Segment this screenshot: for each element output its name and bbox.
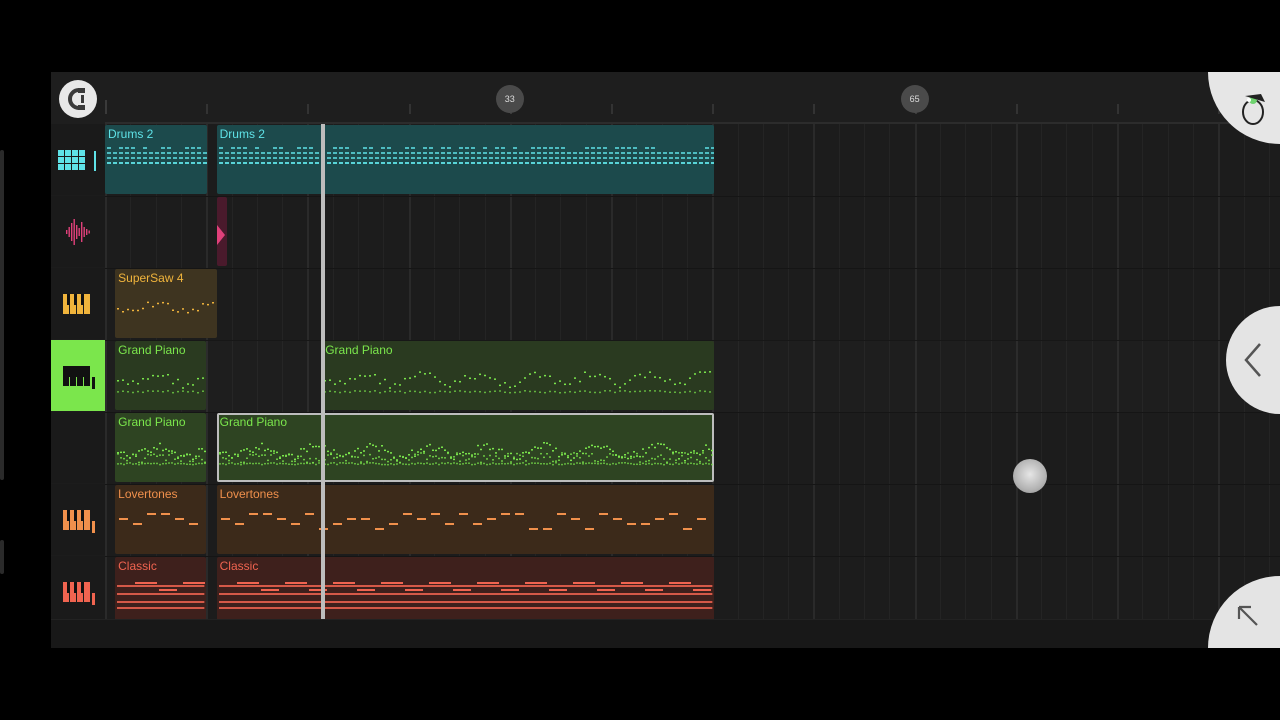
lovertones-track-clip-1[interactable]: Lovertones <box>216 485 714 554</box>
ruler-tick <box>206 104 209 114</box>
ruler-tick <box>1015 104 1018 114</box>
supersaw-track-clip-0[interactable]: SuperSaw 4 <box>115 269 217 338</box>
piano-keys-icon <box>63 509 95 533</box>
waveform-icon <box>66 218 90 245</box>
scroll-thumb[interactable] <box>1013 459 1047 493</box>
piano-keys-icon <box>63 581 95 605</box>
supersaw-track-lane[interactable] <box>105 268 1280 341</box>
left-edge-bar <box>0 150 4 480</box>
piano-keys-icon <box>63 365 95 389</box>
clip-label: Classic <box>118 559 157 573</box>
audio-track-lane[interactable] <box>105 196 1280 269</box>
timeline-ruler[interactable]: 33 65 <box>51 72 1280 124</box>
grand-piano-track-2-clip-1[interactable]: Grand Piano <box>216 413 714 482</box>
grand-piano-track-1-header[interactable] <box>51 340 105 411</box>
playlist-window: 33 65 Drums 2 Drums 2 SuperSaw 4 Grand Piano… <box>51 72 1280 648</box>
grand-piano-track-1-clip-1[interactable]: Grand Piano <box>322 341 714 410</box>
drums-track-header[interactable] <box>51 124 105 195</box>
playlist-grid[interactable]: Drums 2 Drums 2 SuperSaw 4 Grand Piano Grand… <box>105 124 1280 629</box>
clip-pattern <box>218 582 712 609</box>
clip-pattern <box>216 225 225 245</box>
audio-track-header[interactable] <box>51 196 105 267</box>
chevron-left-icon <box>1244 343 1261 377</box>
clip-pattern <box>218 147 714 164</box>
bar-marker-33[interactable]: 33 <box>495 85 524 113</box>
clip-label: Lovertones <box>118 487 178 501</box>
ruler-tick <box>712 104 715 114</box>
playhead[interactable] <box>321 124 325 619</box>
clip-label: Grand Piano <box>325 343 393 357</box>
clip-label: Lovertones <box>219 487 280 501</box>
grand-piano-track-2-header[interactable] <box>51 412 105 483</box>
clip-pattern <box>220 513 706 530</box>
supersaw-track-header[interactable] <box>51 268 105 339</box>
magnet-icon <box>68 88 85 110</box>
ruler-tick <box>105 100 107 114</box>
drums-track-clip-1[interactable]: Drums 2 <box>216 125 714 194</box>
clip-label: Grand Piano <box>219 415 288 429</box>
clip-label: Grand Piano <box>118 415 186 429</box>
clip-pattern <box>218 442 713 466</box>
clip-label: Drums 2 <box>219 127 265 141</box>
horizontal-scroll-strip[interactable] <box>51 619 1280 648</box>
lovertones-track-header[interactable] <box>51 484 105 555</box>
piano-keys-icon <box>63 293 90 314</box>
step-sequencer-icon <box>58 149 96 171</box>
left-edge-bar-lower <box>0 540 4 574</box>
clip-label: Grand Piano <box>118 343 186 357</box>
ruler-tick <box>1117 104 1119 114</box>
grand-piano-track-2-clip-0[interactable]: Grand Piano <box>115 413 207 482</box>
grand-piano-track-1-clip-0[interactable]: Grand Piano <box>115 341 207 410</box>
audio-track-clip-0[interactable] <box>216 197 227 266</box>
snap-button[interactable] <box>59 80 97 118</box>
ruler-tick <box>611 104 613 114</box>
arrow-up-left-icon <box>1237 605 1258 626</box>
classic-track-clip-0[interactable]: Classic <box>115 557 207 626</box>
ruler-tick <box>408 104 411 114</box>
clip-label: Classic <box>219 559 259 573</box>
ruler-tick <box>813 104 816 114</box>
bar-marker-65[interactable]: 65 <box>900 85 929 113</box>
drums-track-clip-0[interactable]: Drums 2 <box>105 125 207 194</box>
clip-label: SuperSaw 4 <box>118 271 184 285</box>
fl-studio-fruit-icon <box>1242 94 1265 125</box>
classic-track-clip-1[interactable]: Classic <box>216 557 714 626</box>
lovertones-track-clip-0[interactable]: Lovertones <box>115 485 207 554</box>
ruler-tick <box>307 104 310 114</box>
clip-label: Drums 2 <box>108 127 154 141</box>
classic-track-header[interactable] <box>51 556 105 627</box>
